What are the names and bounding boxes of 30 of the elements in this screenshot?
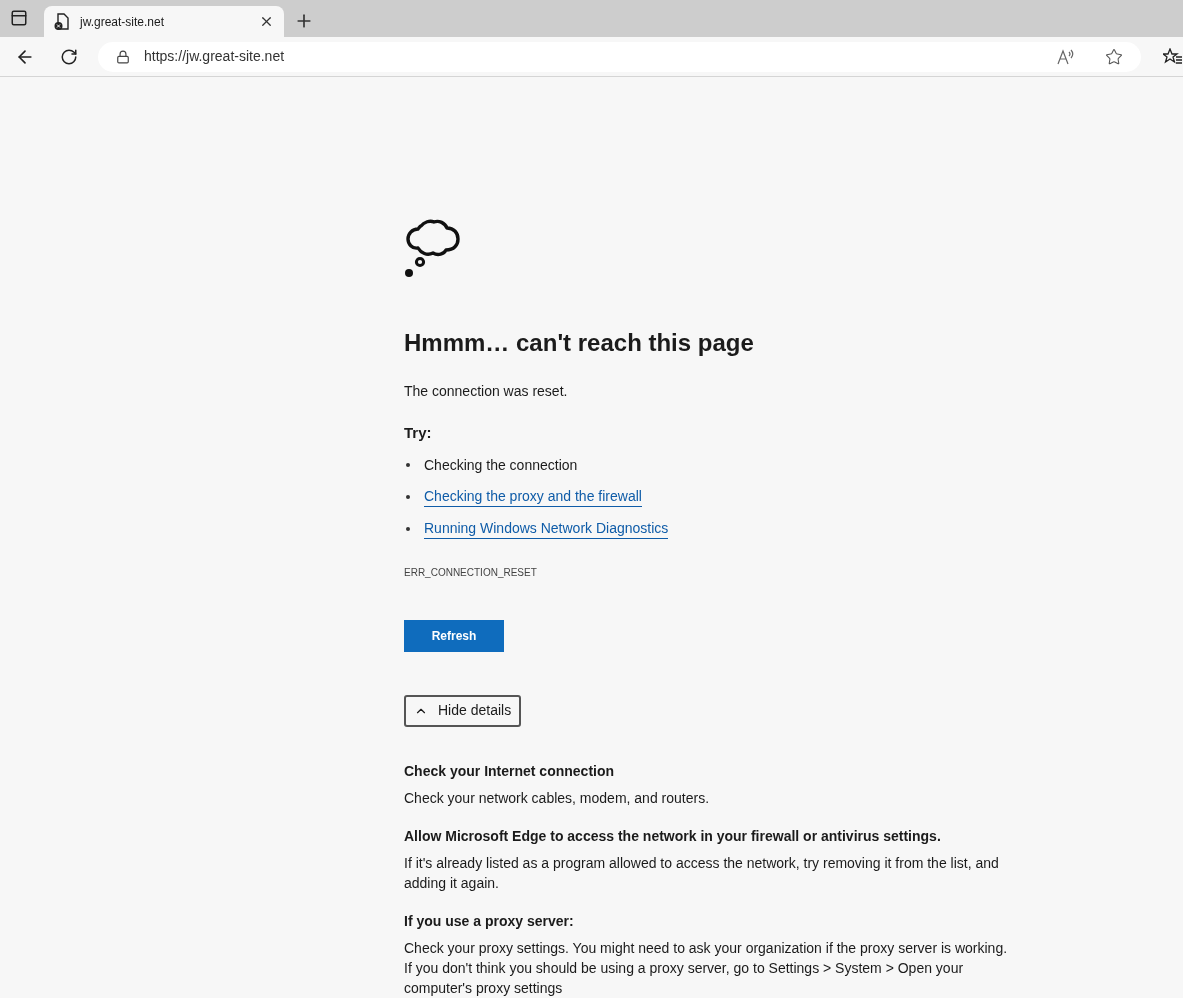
try-label: Try: (404, 423, 432, 443)
details-toggle-button[interactable]: Hide details (404, 694, 522, 727)
refresh-button[interactable]: Refresh (404, 619, 504, 652)
suggestion-text: Checking the connection (424, 455, 578, 475)
detail-text: If it's already listed as a program allowed to access the network, try removing it from the list, and adding it again. (404, 853, 1000, 893)
bullet-icon (406, 462, 410, 467)
favorite-star-icon[interactable] (1105, 47, 1123, 66)
bullet-icon (406, 526, 410, 531)
refresh-icon[interactable] (60, 47, 78, 66)
tab-title: jw.great-site.net (80, 13, 166, 31)
lock-icon (116, 49, 130, 64)
detail-text: Check your network cables, modem, and routers. (404, 788, 711, 808)
address-bar[interactable]: https://jw.great-site.net (98, 41, 1141, 72)
suggestion-link[interactable]: Running Windows Network Diagnostics (424, 518, 669, 539)
detail-title: Allow Microsoft Edge to access the network in your firewall or antivirus settings. (404, 826, 942, 846)
tab-actions-icon[interactable] (10, 9, 28, 27)
suggestion-link[interactable]: Checking the proxy and the firewall (424, 486, 642, 507)
page-error-icon (54, 12, 70, 31)
favorites-list-icon[interactable] (1163, 47, 1183, 66)
bullet-icon (406, 494, 410, 499)
detail-title: Check your Internet connection (404, 761, 616, 781)
detail-title: If you use a proxy server: (404, 911, 575, 931)
url-text: https://jw.great-site.net (144, 47, 286, 66)
detail-text: Check your proxy settings. You might need to ask your organization if the proxy server is working. If you don't think you should be using a proxy server, go to Settings > System > Open your computer's proxy settings (404, 938, 1009, 998)
error-code: ERR_CONNECTION_RESET (404, 565, 537, 580)
browser-tab[interactable]: jw.great-site.net (44, 6, 284, 37)
error-message: The connection was reset. (404, 382, 568, 401)
error-heading: Hmmm… can't reach this page (404, 328, 754, 358)
read-aloud-icon[interactable] (1057, 48, 1075, 65)
close-icon[interactable] (259, 14, 274, 29)
